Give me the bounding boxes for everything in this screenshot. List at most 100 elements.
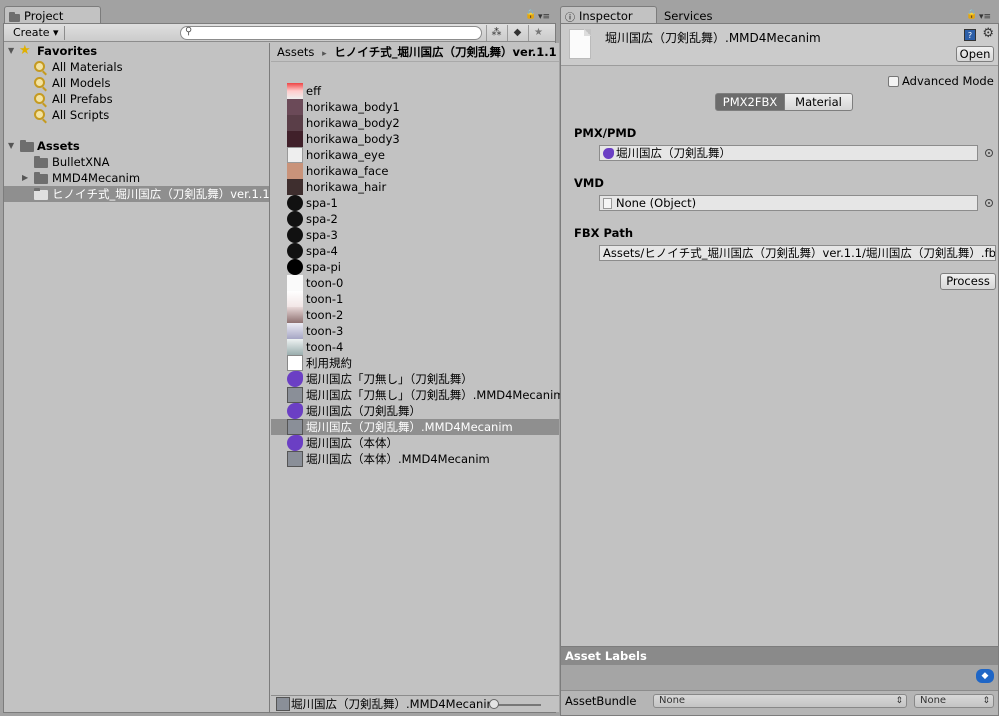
tab-inspector-label: Inspector (579, 9, 633, 23)
tree-item-all-prefabs[interactable]: All Prefabs (4, 91, 269, 107)
open-button[interactable]: Open (956, 46, 994, 62)
tree-item-all-scripts[interactable]: All Scripts (4, 107, 269, 123)
project-toolbar: Create ▾ ⚲ ⁂ ◆ ★ (4, 24, 555, 42)
pmx-field[interactable]: 堀川国広（刀剣乱舞） (599, 145, 978, 161)
file-item[interactable]: 堀川国広（刀剣乱舞）.MMD4Mecanim (271, 419, 559, 435)
asset-variant-select[interactable]: None (914, 694, 994, 708)
filter-label-icon[interactable]: ◆ (507, 25, 527, 41)
advanced-mode-checkbox[interactable] (888, 76, 899, 87)
expand-arrow-icon[interactable]: ▼ (8, 138, 14, 154)
file-item[interactable]: horikawa_body3 (271, 131, 559, 147)
texture-icon (287, 275, 303, 291)
file-item[interactable]: horikawa_hair (271, 179, 559, 195)
fbx-path-input[interactable]: Assets/ヒノイチ式_堀川国広（刀剣乱舞）ver.1.1/堀川国広（刀剣乱舞… (599, 245, 996, 261)
file-item[interactable]: eff (271, 83, 559, 99)
filter-type-button[interactable]: ⁂ (486, 25, 506, 41)
tree-item-horikawa-folder[interactable]: ヒノイチ式_堀川国広（刀剣乱舞）ver.1.1 (4, 186, 270, 202)
saved-search-icon (34, 77, 45, 88)
tree-item-bulletxna[interactable]: BulletXNA (4, 154, 269, 170)
file-item-label: horikawa_eye (306, 148, 385, 162)
file-item[interactable]: 利用規約 (271, 355, 559, 371)
tab-pmx2fbx[interactable]: PMX2FBX (715, 93, 785, 111)
tab-services[interactable]: Services (659, 6, 729, 24)
expand-arrow-icon[interactable]: ▼ (8, 43, 14, 59)
file-item[interactable]: toon-0 (271, 275, 559, 291)
create-button[interactable]: Create ▾ (8, 26, 65, 40)
file-item[interactable]: 堀川国広「刀無し」（刀剣乱舞） (271, 371, 559, 387)
asset-bundle-label: AssetBundle (565, 694, 637, 708)
texture-icon (287, 99, 303, 115)
file-item[interactable]: toon-2 (271, 307, 559, 323)
breadcrumb-current[interactable]: ヒノイチ式_堀川国広（刀剣乱舞）ver.1.1 (334, 45, 556, 59)
document-icon (569, 29, 591, 59)
file-item[interactable]: 堀川国広（刀剣乱舞） (271, 403, 559, 419)
seg-label: PMX2FBX (722, 95, 778, 109)
asset-bundle-select[interactable]: None (653, 694, 907, 708)
file-item[interactable]: toon-1 (271, 291, 559, 307)
tree-item-all-models[interactable]: All Models (4, 75, 269, 91)
process-button[interactable]: Process (940, 273, 996, 290)
collapse-arrow-icon[interactable]: ▶ (22, 170, 28, 186)
folder-icon (34, 172, 48, 184)
pmx-value: 堀川国広（刀剣乱舞） (616, 146, 731, 160)
help-icon[interactable]: ? (964, 29, 976, 41)
saved-search-icon (34, 93, 45, 104)
file-item[interactable]: 堀川国広「刀無し」（刀剣乱舞）.MMD4Mecanim (271, 387, 564, 403)
object-picker-icon[interactable] (985, 149, 993, 157)
folder-tree: ▼ ★ Favorites All Materials All Models A… (4, 43, 270, 712)
texture-icon (287, 115, 303, 131)
texture-icon (287, 83, 303, 99)
file-item[interactable]: 堀川国広（本体）.MMD4Mecanim (271, 451, 559, 467)
tree-favorites[interactable]: ▼ ★ Favorites (4, 43, 269, 59)
file-item[interactable]: horikawa_face (271, 163, 559, 179)
file-item[interactable]: horikawa_body2 (271, 115, 559, 131)
folder-icon (34, 188, 48, 200)
tab-project[interactable]: Project (4, 6, 101, 24)
file-item[interactable]: spa-3 (271, 227, 559, 243)
folder-icon (20, 140, 34, 152)
file-item[interactable]: spa-4 (271, 243, 559, 259)
pmx-label: PMX/PMD (574, 126, 637, 140)
panel-menu-icon[interactable]: ▾≡ (979, 12, 991, 22)
saved-search-icon (34, 109, 45, 120)
tree-item-all-materials[interactable]: All Materials (4, 59, 269, 75)
favorite-star-icon[interactable]: ★ (528, 25, 548, 41)
saved-search-icon (34, 61, 45, 72)
file-item-label: horikawa_body1 (306, 100, 400, 114)
texture-icon (287, 259, 303, 275)
gear-icon[interactable]: ⚙ (982, 26, 994, 41)
lock-icon[interactable]: 🔒 (525, 10, 536, 20)
file-item[interactable]: spa-2 (271, 211, 559, 227)
panel-menu-icon[interactable]: ▾≡ (538, 12, 550, 22)
file-item[interactable]: spa-pi (271, 259, 559, 275)
label-tag-icon[interactable]: ◆ (976, 669, 994, 683)
object-picker-icon[interactable] (985, 199, 993, 207)
file-item[interactable]: 堀川国広（本体） (271, 435, 559, 451)
asset-bundle-value: None (659, 695, 686, 706)
asset-labels-body: ◆ (561, 665, 998, 691)
lock-icon[interactable]: 🔒 (966, 10, 977, 20)
search-input[interactable]: ⚲ (180, 26, 482, 40)
text-file-icon (287, 355, 303, 371)
model-icon (287, 403, 303, 419)
tree-item-label: BulletXNA (52, 155, 110, 169)
breadcrumb: Assets ▸ ヒノイチ式_堀川国広（刀剣乱舞）ver.1.1 (271, 43, 559, 62)
prefab-icon (287, 387, 303, 403)
zoom-slider-knob[interactable] (489, 699, 499, 709)
file-item-label: horikawa_body3 (306, 132, 400, 146)
file-item[interactable]: spa-1 (271, 195, 559, 211)
tree-assets[interactable]: ▼ Assets (4, 138, 269, 154)
file-item[interactable]: horikawa_eye (271, 147, 559, 163)
tab-inspector[interactable]: ⓘ Inspector (560, 6, 657, 24)
tree-item-mmd4mecanim[interactable]: ▶ MMD4Mecanim (4, 170, 269, 186)
tab-material[interactable]: Material (784, 93, 853, 111)
file-item[interactable]: horikawa_body1 (271, 99, 559, 115)
prefab-icon (287, 451, 303, 467)
tree-item-label: ヒノイチ式_堀川国広（刀剣乱舞）ver.1.1 (52, 187, 270, 201)
vmd-field[interactable]: None (Object) (599, 195, 978, 211)
breadcrumb-assets[interactable]: Assets (277, 45, 314, 59)
file-item[interactable]: toon-3 (271, 323, 559, 339)
file-item-label: spa-3 (306, 228, 338, 242)
file-item[interactable]: toon-4 (271, 339, 559, 355)
tree-item-label: MMD4Mecanim (52, 171, 141, 185)
